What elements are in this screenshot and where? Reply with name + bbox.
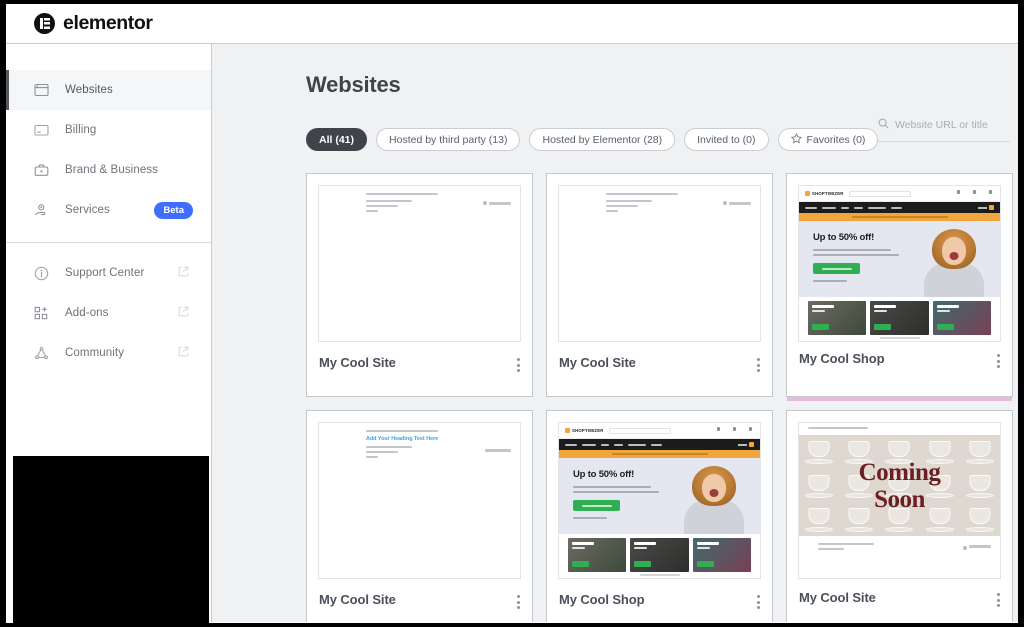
briefcase-icon [33,162,50,179]
sidebar-label-billing: Billing [65,124,96,136]
filter-pill-hosted-third-party[interactable]: Hosted by third party (13) [376,128,520,151]
main-content: Websites All (41) Hosted by third party … [212,44,1018,622]
shoptimizer-brand: SHOPTIMIZER [812,191,844,196]
filter-label-hosted-third-party: Hosted by third party (13) [389,134,507,146]
search-input[interactable] [895,119,999,131]
external-link-icon [178,344,189,362]
website-card[interactable]: My Cool Site [306,173,533,397]
sidebar-divider [6,242,211,243]
elementor-logo[interactable]: elementor [34,12,153,35]
sidebar-item-billing[interactable]: Billing [6,110,211,150]
sidebar-item-add-ons[interactable]: Add-ons [6,293,211,333]
sidebar-overlay-block [13,456,209,623]
search-box[interactable] [878,116,1010,142]
website-card[interactable]: My Cool Site [546,173,773,397]
sidebar-label-support-center: Support Center [65,267,144,279]
sidebar-item-support-center[interactable]: Support Center [6,253,211,293]
star-icon [791,133,802,147]
website-card-title: My Cool Shop [799,351,884,366]
elementor-logo-icon [34,13,55,34]
sidebar-label-brand-business: Brand & Business [65,164,158,176]
kebab-menu-icon[interactable] [517,592,520,609]
external-link-icon [178,264,189,282]
sidebar-label-websites: Websites [65,84,113,96]
kebab-menu-icon[interactable] [997,590,1000,607]
beta-badge: Beta [154,202,193,219]
thumbnail-heading-text: Add Your Heading Text Here [366,436,511,442]
website-card-title: My Cool Site [319,355,396,370]
billing-card-icon [33,122,50,139]
page-title: Websites [306,72,1018,98]
website-card-title: My Cool Site [319,592,396,607]
kebab-menu-icon[interactable] [517,355,520,372]
filter-label-all: All (41) [319,134,354,146]
top-bar: elementor [6,4,1018,44]
website-card[interactable]: SHOPTIMIZER [786,173,1013,397]
website-card[interactable]: Coming Soon My Cool Si [786,410,1013,622]
filter-pill-all[interactable]: All (41) [306,128,367,151]
website-thumbnail-blank-heading: Add Your Heading Text Here [318,422,521,579]
community-icon [33,345,50,362]
kebab-menu-icon[interactable] [757,592,760,609]
sidebar-item-community[interactable]: Community [6,333,211,373]
info-circle-icon [33,265,50,282]
filter-pill-favorites[interactable]: Favorites (0) [778,128,879,151]
sidebar-label-community: Community [65,347,124,359]
website-card[interactable]: Add Your Heading Text Here My Cool Site [306,410,533,622]
external-link-icon [178,304,189,322]
sidebar-label-add-ons: Add-ons [65,307,109,319]
filter-pill-invited-to[interactable]: Invited to (0) [684,128,768,151]
shoptimizer-brand: SHOPTIMIZER [572,428,604,433]
filter-label-hosted-elementor: Hosted by Elementor (28) [542,134,662,146]
elementor-dashboard: elementor Websites Billing B [6,4,1018,623]
browser-window-icon [33,82,50,99]
websites-grid: My Cool Site [306,173,1018,622]
brand-name: elementor [63,12,153,35]
filter-label-invited-to: Invited to (0) [697,134,755,146]
coming-soon-line-2: Soon [859,486,941,513]
sidebar-label-services: Services [65,204,110,216]
grid-plus-icon [33,305,50,322]
kebab-menu-icon[interactable] [997,351,1000,368]
filter-label-favorites: Favorites (0) [807,134,866,146]
coming-soon-line-1: Coming [859,459,941,486]
website-card-title: My Cool Site [559,355,636,370]
hand-gear-icon [33,202,50,219]
sidebar-item-websites[interactable]: Websites [6,70,211,110]
shoptimizer-hero-title: Up to 50% off! [573,469,668,480]
website-card-title: My Cool Site [799,590,876,605]
website-thumbnail-shoptimizer: SHOPTIMIZER [798,185,1001,342]
website-thumbnail-coming-soon: Coming Soon [798,422,1001,579]
website-card[interactable]: SHOPTIMIZER [546,410,773,622]
kebab-menu-icon[interactable] [757,355,760,372]
website-card-title: My Cool Shop [559,592,644,607]
website-thumbnail-blank [318,185,521,342]
filter-pill-hosted-elementor[interactable]: Hosted by Elementor (28) [529,128,675,151]
sidebar: Websites Billing Brand & Business Servic… [6,44,212,622]
sidebar-item-brand-business[interactable]: Brand & Business [6,150,211,190]
website-thumbnail-shoptimizer: SHOPTIMIZER [558,422,761,579]
shoptimizer-hero-title: Up to 50% off! [813,232,908,243]
website-thumbnail-blank [558,185,761,342]
sidebar-item-services[interactable]: Services Beta [6,190,211,230]
search-icon [878,116,889,134]
